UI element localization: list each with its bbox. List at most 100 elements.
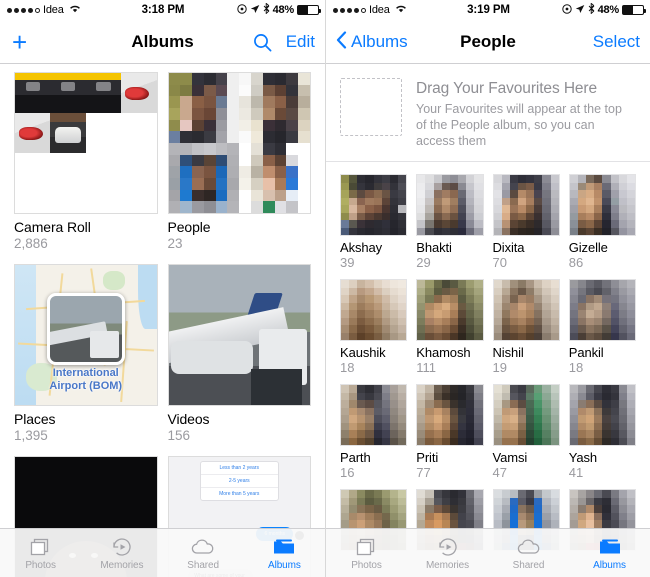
tab-shared[interactable]: Shared	[488, 529, 569, 577]
person-item[interactable]: Khamosh 111	[416, 279, 484, 375]
album-item-camera-roll[interactable]: Camera Roll 2,886	[14, 72, 158, 251]
tab-label: Photos	[351, 560, 382, 571]
person-item[interactable]: Akshay 39	[340, 174, 408, 270]
memories-icon	[111, 535, 133, 558]
tab-photos[interactable]: Photos	[326, 529, 407, 577]
battery-icon	[297, 5, 322, 15]
person-count: 29	[416, 255, 431, 270]
person-thumbnail[interactable]	[340, 279, 408, 341]
person-thumbnail[interactable]	[416, 384, 484, 446]
status-bar: Idea 3:19 PM 48%	[326, 0, 650, 20]
status-bar-time: 3:18 PM	[141, 4, 185, 16]
navigation-bar-right: Select	[488, 32, 640, 52]
person-name: Pankil	[568, 345, 604, 360]
tab-label: Shared	[512, 560, 545, 571]
album-thumbnail[interactable]	[14, 72, 158, 214]
person-name: Yash	[568, 450, 598, 465]
album-count: 1,395	[14, 428, 48, 443]
chat-option: More than 5 years	[219, 491, 260, 498]
tab-bar: Photos Memories Shared Albums	[0, 528, 325, 577]
person-count: 86	[568, 255, 584, 270]
person-count: 77	[416, 465, 431, 480]
person-name: Nishil	[492, 345, 524, 360]
signal-strength-dots	[7, 7, 40, 13]
person-item[interactable]: Gizelle 86	[568, 174, 636, 270]
favourites-dropzone-box[interactable]	[340, 78, 402, 136]
tab-shared[interactable]: Shared	[163, 529, 244, 577]
album-thumbnail[interactable]: International Airport (BOM)	[14, 264, 158, 406]
album-name: People	[167, 219, 211, 235]
people-scroll-area[interactable]: Drag Your Favourites Here Your Favourite…	[326, 64, 650, 577]
person-name: Vamsi	[492, 450, 528, 465]
navigation-bar: Albums People Select	[326, 20, 650, 64]
favourites-text: Drag Your Favourites Here Your Favourite…	[416, 78, 631, 149]
person-item[interactable]: Parth 16	[340, 384, 408, 480]
people-grid: Akshay 39 Bhakti 29 Dixita 70 Gizelle 86…	[326, 162, 650, 551]
person-name: Akshay	[340, 240, 383, 255]
person-item[interactable]: Dixita 70	[492, 174, 560, 270]
person-thumbnail[interactable]	[492, 174, 560, 236]
alarm-icon	[236, 3, 247, 17]
person-item[interactable]: Vamsi 47	[492, 384, 560, 480]
person-count: 70	[492, 255, 507, 270]
status-bar-left: Idea	[333, 4, 467, 16]
albums-grid: Camera Roll 2,886 People 23 Internationa…	[0, 64, 325, 577]
person-thumbnail[interactable]	[340, 174, 408, 236]
person-name: Gizelle	[568, 240, 608, 255]
person-count: 16	[340, 465, 355, 480]
wifi-icon	[395, 4, 407, 16]
shared-cloud-icon	[190, 535, 216, 558]
person-thumbnail[interactable]	[416, 279, 484, 341]
person-item[interactable]: Priti 77	[416, 384, 484, 480]
carrier-label: Idea	[43, 4, 64, 16]
album-thumbnail[interactable]	[167, 72, 311, 214]
album-thumbnail[interactable]	[167, 264, 311, 406]
album-item-videos[interactable]: Videos 156	[167, 264, 311, 443]
person-item[interactable]: Nishil 19	[492, 279, 560, 375]
album-item-people[interactable]: People 23	[167, 72, 311, 251]
location-arrow-icon	[575, 4, 585, 17]
tab-memories[interactable]: Memories	[407, 529, 488, 577]
back-button-label: Albums	[351, 32, 408, 51]
album-item-places[interactable]: International Airport (BOM) Places 1,395	[14, 264, 158, 443]
person-thumbnail[interactable]	[568, 384, 636, 446]
photos-icon	[355, 535, 378, 558]
favourites-subtitle: Your Favourites will appear at the top o…	[416, 102, 622, 148]
carrier-label: Idea	[369, 4, 390, 16]
person-item[interactable]: Yash 41	[568, 384, 636, 480]
person-thumbnail[interactable]	[568, 279, 636, 341]
person-name: Kaushik	[340, 345, 386, 360]
tab-albums[interactable]: Albums	[244, 529, 325, 577]
tab-memories[interactable]: Memories	[81, 529, 162, 577]
tab-bar: Photos Memories Shared Albums	[326, 528, 650, 577]
dual-screenshot-comparison: Idea 3:18 PM 48% + Albums Edit Camera Ro…	[0, 0, 650, 577]
camera-collage-icon	[15, 73, 157, 213]
edit-button[interactable]: Edit	[286, 32, 315, 52]
person-thumbnail[interactable]	[416, 174, 484, 236]
battery-icon	[622, 5, 647, 15]
add-album-button[interactable]: +	[10, 29, 29, 55]
albums-scroll-area[interactable]: Camera Roll 2,886 People 23 Internationa…	[0, 64, 325, 577]
person-item[interactable]: Kaushik 18	[340, 279, 408, 375]
chevron-left-icon	[336, 30, 347, 54]
album-count: 23	[167, 236, 183, 251]
tab-label: Albums	[593, 560, 626, 571]
favourites-title: Drag Your Favourites Here	[416, 80, 598, 97]
favourites-dropzone-row[interactable]: Drag Your Favourites Here Your Favourite…	[326, 64, 650, 162]
tab-photos[interactable]: Photos	[0, 529, 81, 577]
tab-albums[interactable]: Albums	[569, 529, 650, 577]
person-thumbnail[interactable]	[492, 384, 560, 446]
navigation-bar-left: Albums	[336, 30, 488, 54]
search-icon[interactable]	[253, 33, 272, 52]
person-thumbnail[interactable]	[340, 384, 408, 446]
navigation-bar-left: +	[10, 29, 163, 55]
wifi-icon	[69, 4, 81, 16]
chat-option: Less than 2 years	[200, 462, 278, 476]
person-thumbnail[interactable]	[492, 279, 560, 341]
back-button[interactable]: Albums	[336, 30, 408, 54]
album-name: Videos	[167, 411, 210, 427]
select-button[interactable]: Select	[593, 32, 640, 52]
person-item[interactable]: Bhakti 29	[416, 174, 484, 270]
person-item[interactable]: Pankil 18	[568, 279, 636, 375]
person-thumbnail[interactable]	[568, 174, 636, 236]
